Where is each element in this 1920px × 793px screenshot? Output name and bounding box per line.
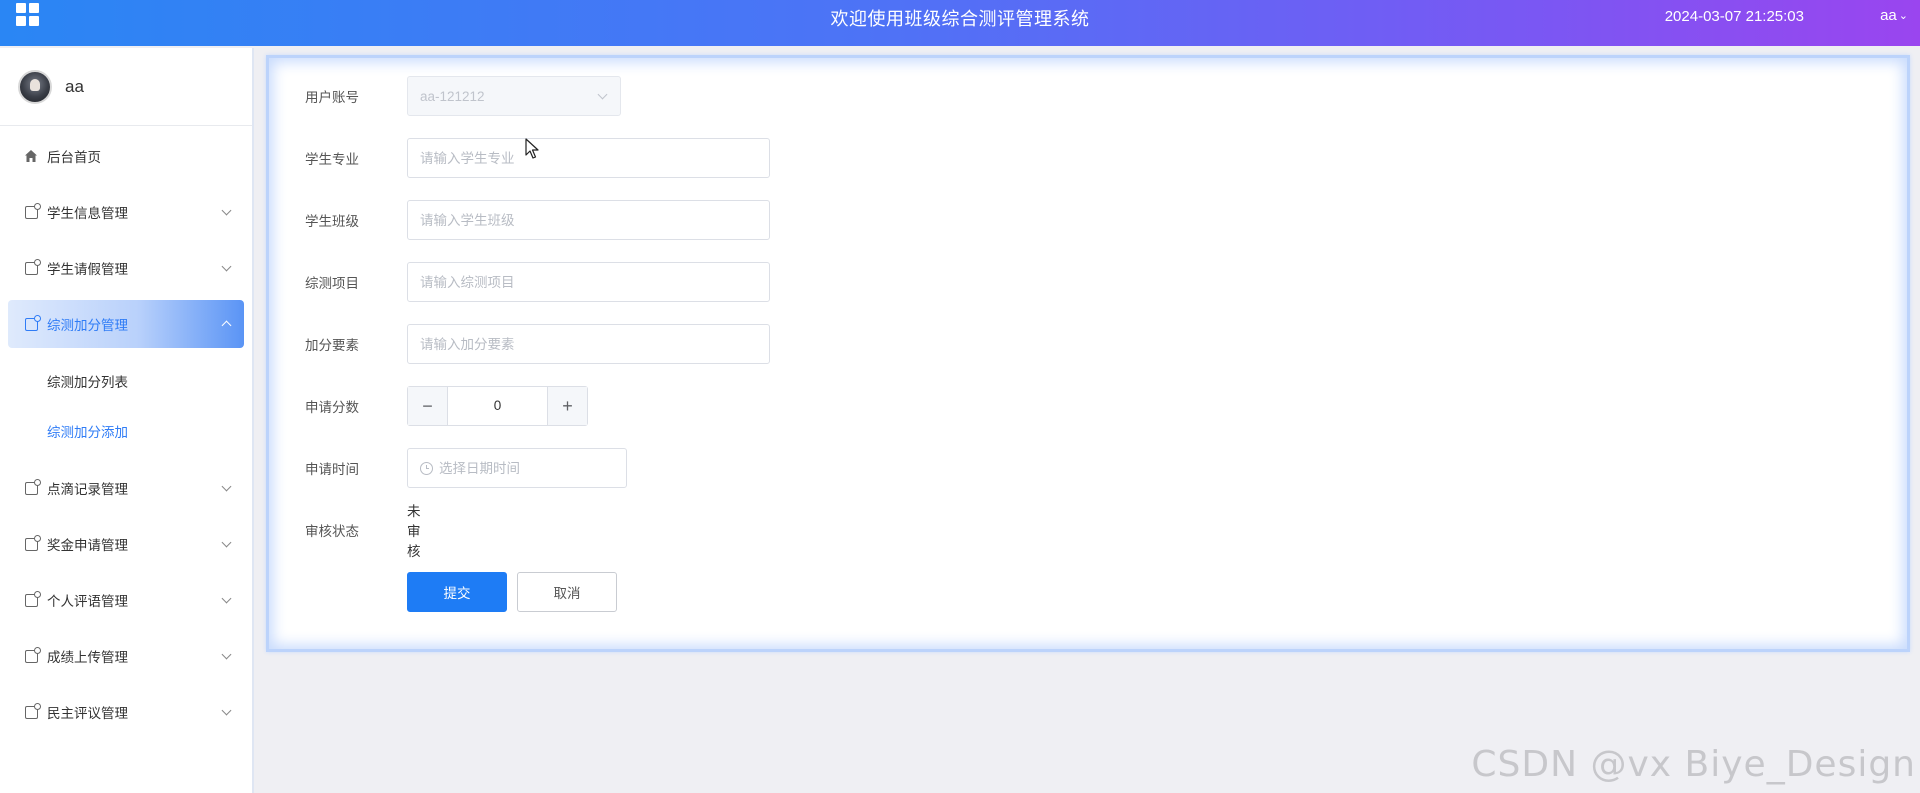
sidebar-item-grades-upload[interactable]: 成绩上传管理 [8, 632, 244, 680]
sidebar-item-label: 综测加分管理 [47, 318, 128, 333]
sidebar-item-peer-review[interactable]: 民主评议管理 [8, 688, 244, 736]
sidebar-item-student-info[interactable]: 学生信息管理 [8, 188, 244, 236]
sidebar-item-scholarship[interactable]: 奖金申请管理 [8, 520, 244, 568]
sidebar: aa 后台首页 学生信息管理 学生请假管理 综测加分管理 综测加分列表 综测加分… [0, 48, 254, 793]
chevron-down-icon [221, 593, 232, 604]
sidebar-item-label: 后台首页 [47, 150, 101, 165]
score-input[interactable]: 0 [448, 387, 547, 425]
increment-button[interactable]: + [547, 387, 587, 425]
sidebar-item-label: 成绩上传管理 [47, 650, 128, 665]
chevron-down-icon [221, 705, 232, 716]
clock-icon [420, 461, 433, 475]
avatar [18, 69, 52, 104]
chevron-down-icon [221, 481, 232, 492]
submenu-item-bonus-list[interactable]: 综测加分列表 [0, 356, 252, 406]
datetime-input[interactable] [439, 449, 626, 487]
sidebar-menu: 后台首页 学生信息管理 学生请假管理 综测加分管理 综测加分列表 综测加分添加 … [0, 126, 252, 736]
chevron-down-icon [221, 261, 232, 272]
factor-input[interactable] [420, 325, 769, 363]
factor-label: 加分要素 [305, 338, 359, 353]
user-name: aa [1880, 7, 1897, 24]
document-icon [23, 702, 41, 720]
cancel-button[interactable]: 取消 [517, 572, 617, 612]
score-label: 申请分数 [305, 400, 359, 415]
class-field-wrapper [407, 200, 770, 240]
class-input[interactable] [420, 201, 769, 239]
chevron-down-icon [221, 205, 232, 216]
app-title: 欢迎使用班级综合测评管理系统 [830, 9, 1090, 29]
sidebar-item-bonus-management[interactable]: 综测加分管理 [8, 300, 244, 348]
major-input[interactable] [420, 139, 769, 177]
sidebar-item-label: 民主评议管理 [47, 706, 128, 721]
status-label: 审核状态 [305, 524, 359, 539]
score-stepper: − 0 + [407, 386, 588, 426]
sidebar-item-home[interactable]: 后台首页 [8, 132, 244, 180]
submit-button[interactable]: 提交 [407, 572, 507, 612]
sidebar-item-student-leave[interactable]: 学生请假管理 [8, 244, 244, 292]
sidebar-item-records[interactable]: 点滴记录管理 [8, 464, 244, 512]
document-icon [23, 646, 41, 664]
document-icon [23, 590, 41, 608]
project-input[interactable] [420, 263, 769, 301]
chevron-down-icon [597, 89, 608, 100]
home-icon [23, 148, 39, 164]
time-label: 申请时间 [305, 462, 359, 477]
current-datetime: 2024-03-07 21:25:03 [1664, 8, 1804, 25]
document-icon [23, 314, 41, 332]
factor-field-wrapper [407, 324, 770, 364]
document-icon [23, 258, 41, 276]
sidebar-item-label: 学生信息管理 [47, 206, 128, 221]
major-field-wrapper [407, 138, 770, 178]
chevron-down-icon: ⌄ [1898, 10, 1908, 22]
status-value: 未审核 [407, 504, 421, 559]
class-label: 学生班级 [305, 214, 359, 229]
sidebar-item-label: 点滴记录管理 [47, 482, 128, 497]
chevron-down-icon [221, 649, 232, 660]
form-card: 用户账号 aa-121212 学生专业 学生班级 综测项目 加分要素 申请分数 [266, 55, 1910, 652]
user-dropdown[interactable]: aa ⌄ [1880, 7, 1908, 24]
sidebar-item-label: 奖金申请管理 [47, 538, 128, 553]
account-label: 用户账号 [305, 90, 359, 105]
account-value: aa-121212 [420, 88, 485, 104]
document-icon [23, 478, 41, 496]
top-header: 欢迎使用班级综合测评管理系统 2024-03-07 21:25:03 aa ⌄ [0, 0, 1920, 46]
sidebar-item-label: 学生请假管理 [47, 262, 128, 277]
project-field-wrapper [407, 262, 770, 302]
account-select: aa-121212 [407, 76, 621, 116]
mouse-cursor-icon [525, 138, 539, 159]
sidebar-profile: aa [0, 48, 252, 126]
datetime-picker [407, 448, 627, 488]
sidebar-item-label: 个人评语管理 [47, 594, 128, 609]
major-label: 学生专业 [305, 152, 359, 167]
chevron-up-icon [221, 320, 232, 331]
project-label: 综测项目 [305, 276, 359, 291]
document-icon [23, 202, 41, 220]
chevron-down-icon [221, 537, 232, 548]
profile-name: aa [65, 76, 84, 96]
document-icon [23, 534, 41, 552]
submenu-item-bonus-add[interactable]: 综测加分添加 [0, 406, 252, 456]
watermark: CSDN @vx Biye_Design [1471, 744, 1916, 785]
sidebar-item-comments[interactable]: 个人评语管理 [8, 576, 244, 624]
decrement-button[interactable]: − [408, 387, 448, 425]
